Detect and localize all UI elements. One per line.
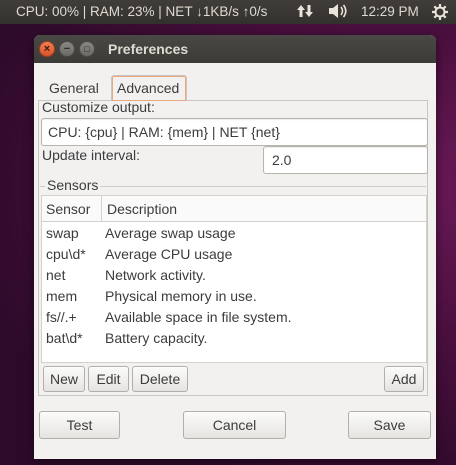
description-cell: Average CPU usage: [105, 246, 233, 262]
add-sensor-button[interactable]: Add: [384, 366, 424, 392]
description-cell: Battery capacity.: [105, 330, 208, 346]
description-cell: Physical memory in use.: [105, 288, 257, 304]
gear-icon[interactable]: [431, 3, 449, 24]
sysmon-indicator[interactable]: CPU: 00% | RAM: 23% | NET ↓1KB/s ↑0/s: [16, 4, 267, 19]
titlebar[interactable]: × − □ Preferences: [34, 35, 436, 63]
window-title: Preferences: [108, 41, 189, 57]
description-cell: Average swap usage: [105, 225, 236, 241]
cancel-button[interactable]: Cancel: [183, 411, 286, 439]
table-row[interactable]: net Network activity.: [42, 265, 426, 286]
save-button[interactable]: Save: [348, 411, 431, 439]
description-cell: Network activity.: [105, 267, 206, 283]
column-header-description[interactable]: Description: [102, 196, 426, 222]
sensors-legend: Sensors: [45, 177, 101, 193]
customize-output-label: Customize output:: [42, 99, 155, 115]
description-cell: Available space in file system.: [105, 309, 292, 325]
customize-output-field[interactable]: CPU: {cpu} | RAM: {mem} | NET {net}: [41, 118, 428, 146]
update-interval-label: Update interval:: [42, 147, 141, 163]
tab-advanced[interactable]: Advanced: [111, 75, 187, 101]
table-row[interactable]: mem Physical memory in use.: [42, 286, 426, 307]
update-interval-field[interactable]: 2.0: [263, 146, 428, 174]
sensor-cell: swap: [46, 225, 79, 241]
minimize-button[interactable]: −: [59, 41, 75, 57]
sensor-cell: mem: [46, 288, 78, 304]
table-row[interactable]: swap Average swap usage: [42, 223, 426, 244]
table-row[interactable]: bat\d* Battery capacity.: [42, 328, 426, 349]
sensors-table[interactable]: Sensor Description swap Average swap usa…: [41, 195, 427, 363]
test-button[interactable]: Test: [39, 411, 120, 439]
edit-sensor-button[interactable]: Edit: [88, 366, 129, 392]
sensor-cell: bat\d*: [46, 330, 83, 346]
close-button[interactable]: ×: [39, 41, 55, 57]
top-panel: CPU: 00% | RAM: 23% | NET ↓1KB/s ↑0/s 12…: [0, 0, 456, 24]
new-sensor-button[interactable]: New: [43, 366, 85, 392]
delete-sensor-button[interactable]: Delete: [132, 366, 188, 392]
table-row[interactable]: cpu\d* Average CPU usage: [42, 244, 426, 265]
sensor-cell: fs//.+: [46, 309, 77, 325]
table-row[interactable]: fs//.+ Available space in file system.: [42, 307, 426, 328]
maximize-button[interactable]: □: [79, 41, 95, 57]
sensor-cell: cpu\d*: [46, 246, 86, 262]
clock[interactable]: 12:29 PM: [361, 4, 419, 19]
column-header-sensor[interactable]: Sensor: [42, 196, 102, 222]
network-updown-icon[interactable]: [296, 3, 314, 22]
volume-icon[interactable]: [328, 3, 348, 22]
sensor-cell: net: [46, 267, 66, 283]
